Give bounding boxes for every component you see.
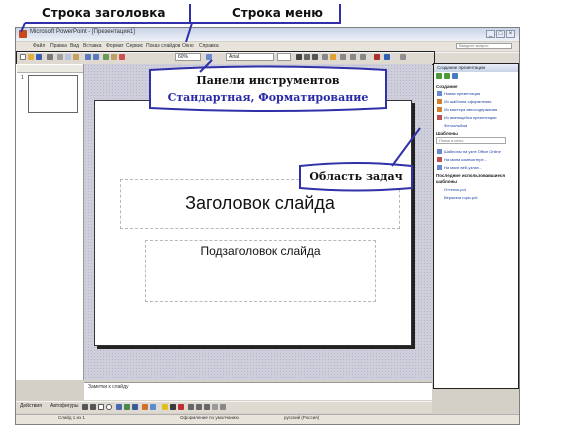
annotation-title-bar: Строка заголовка <box>42 6 166 20</box>
task-pane-pointer-line <box>391 127 421 167</box>
annotation-task-pane: Область задач <box>309 170 403 183</box>
annotation-menu-bar: Строка меню <box>232 6 323 20</box>
menu-bar-pointer-line <box>185 22 193 43</box>
annotation-toolbars-line1: Панели инструментов <box>196 74 340 87</box>
annotation-toolbars-line2: Стандартная, Форматирование <box>167 91 369 104</box>
title-bar-pointer-line <box>20 22 26 33</box>
callout-lines <box>20 4 421 192</box>
